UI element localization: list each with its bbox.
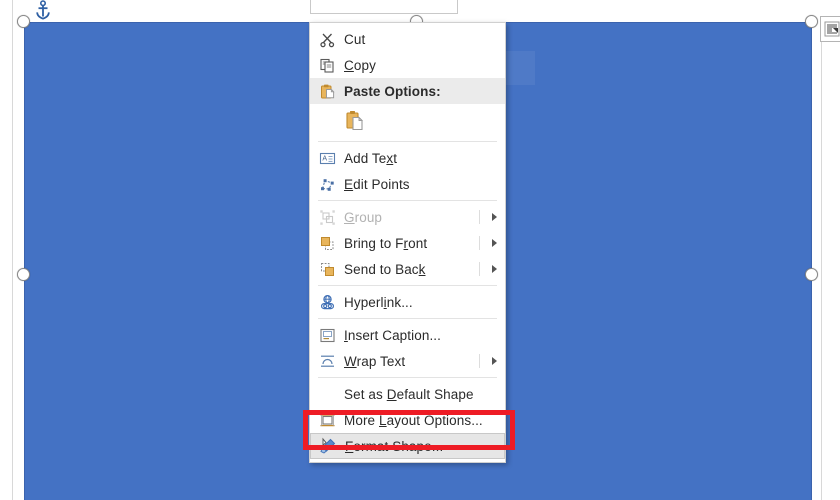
selection-handle-middle-right[interactable] xyxy=(805,268,818,281)
menu-item-label: Group xyxy=(344,209,383,225)
wrap-text-icon xyxy=(310,348,344,374)
chevron-right-icon xyxy=(483,239,505,247)
menu-item-label: Add Text xyxy=(344,150,398,166)
group-icon xyxy=(310,204,344,230)
page-left-margin xyxy=(0,0,13,500)
menu-item-label: Paste Options: xyxy=(344,83,441,99)
scissors-icon xyxy=(310,26,344,52)
paste-clipboard-icon[interactable] xyxy=(344,109,366,133)
menu-separator xyxy=(318,377,497,378)
menu-item-label: Hyperlink... xyxy=(344,294,413,310)
submenu-divider xyxy=(479,236,480,250)
menu-separator xyxy=(318,141,497,142)
selection-handle-middle-left[interactable] xyxy=(17,268,30,281)
menu-item-send-to-back[interactable]: Send to Back xyxy=(310,256,505,282)
submenu-divider xyxy=(479,210,480,224)
paste-options-gallery[interactable] xyxy=(310,104,505,138)
menu-header-paste-options: Paste Options: xyxy=(310,78,505,104)
menu-item-label: Format Shape... xyxy=(345,438,444,454)
clipboard-icon xyxy=(310,78,344,104)
menu-item-wrap-text[interactable]: Wrap Text xyxy=(310,348,505,374)
add-text-icon: A xyxy=(310,145,344,171)
menu-item-label: Set as Default Shape xyxy=(344,386,474,402)
more-layout-icon xyxy=(310,407,344,433)
page-right-margin xyxy=(821,0,840,500)
insert-caption-icon xyxy=(310,322,344,348)
chevron-right-icon xyxy=(483,265,505,273)
menu-item-label: Cut xyxy=(344,31,366,47)
menu-item-set-as-default-shape[interactable]: Set as Default Shape xyxy=(310,381,505,407)
anchor-icon[interactable] xyxy=(34,0,52,20)
chevron-right-icon xyxy=(483,357,505,365)
hyperlink-icon xyxy=(310,289,344,315)
send-back-icon xyxy=(310,256,344,282)
menu-item-label: Edit Points xyxy=(344,176,410,192)
word-document-canvas: Cut Copy Paste Options: A Add Text Edit … xyxy=(0,0,840,500)
chevron-right-icon xyxy=(483,213,505,221)
menu-item-format-shape[interactable]: Format Shape... xyxy=(310,433,505,459)
menu-item-insert-caption[interactable]: Insert Caption... xyxy=(310,322,505,348)
submenu-divider xyxy=(479,354,480,368)
menu-item-label: Wrap Text xyxy=(344,353,406,369)
submenu-divider xyxy=(479,262,480,276)
menu-item-label: Copy xyxy=(344,57,376,73)
menu-item-label: Insert Caption... xyxy=(344,327,442,343)
menu-item-add-text[interactable]: A Add Text xyxy=(310,145,505,171)
svg-text:A: A xyxy=(322,155,327,162)
menu-item-label: More Layout Options... xyxy=(344,412,483,428)
menu-item-label: Bring to Front xyxy=(344,235,428,251)
edit-points-icon xyxy=(310,171,344,197)
menu-item-group[interactable]: Group xyxy=(310,204,505,230)
menu-item-more-layout-options[interactable]: More Layout Options... xyxy=(310,407,505,433)
selection-handle-top-left[interactable] xyxy=(17,15,30,28)
menu-separator xyxy=(318,318,497,319)
bring-front-icon xyxy=(310,230,344,256)
layout-options-icon[interactable] xyxy=(820,16,840,42)
shape-context-menu[interactable]: Cut Copy Paste Options: A Add Text Edit … xyxy=(309,22,506,463)
menu-item-hyperlink[interactable]: Hyperlink... xyxy=(310,289,505,315)
menu-separator xyxy=(318,285,497,286)
selection-handle-top-right[interactable] xyxy=(805,15,818,28)
menu-item-label: Send to Back xyxy=(344,261,426,277)
menu-item-edit-points[interactable]: Edit Points xyxy=(310,171,505,197)
menu-item-bring-to-front[interactable]: Bring to Front xyxy=(310,230,505,256)
menu-item-copy[interactable]: Copy xyxy=(310,52,505,78)
menu-separator xyxy=(318,200,497,201)
copy-icon xyxy=(310,52,344,78)
menu-item-cut[interactable]: Cut xyxy=(310,26,505,52)
text-frame-outline xyxy=(310,0,458,14)
format-shape-icon xyxy=(311,433,345,459)
